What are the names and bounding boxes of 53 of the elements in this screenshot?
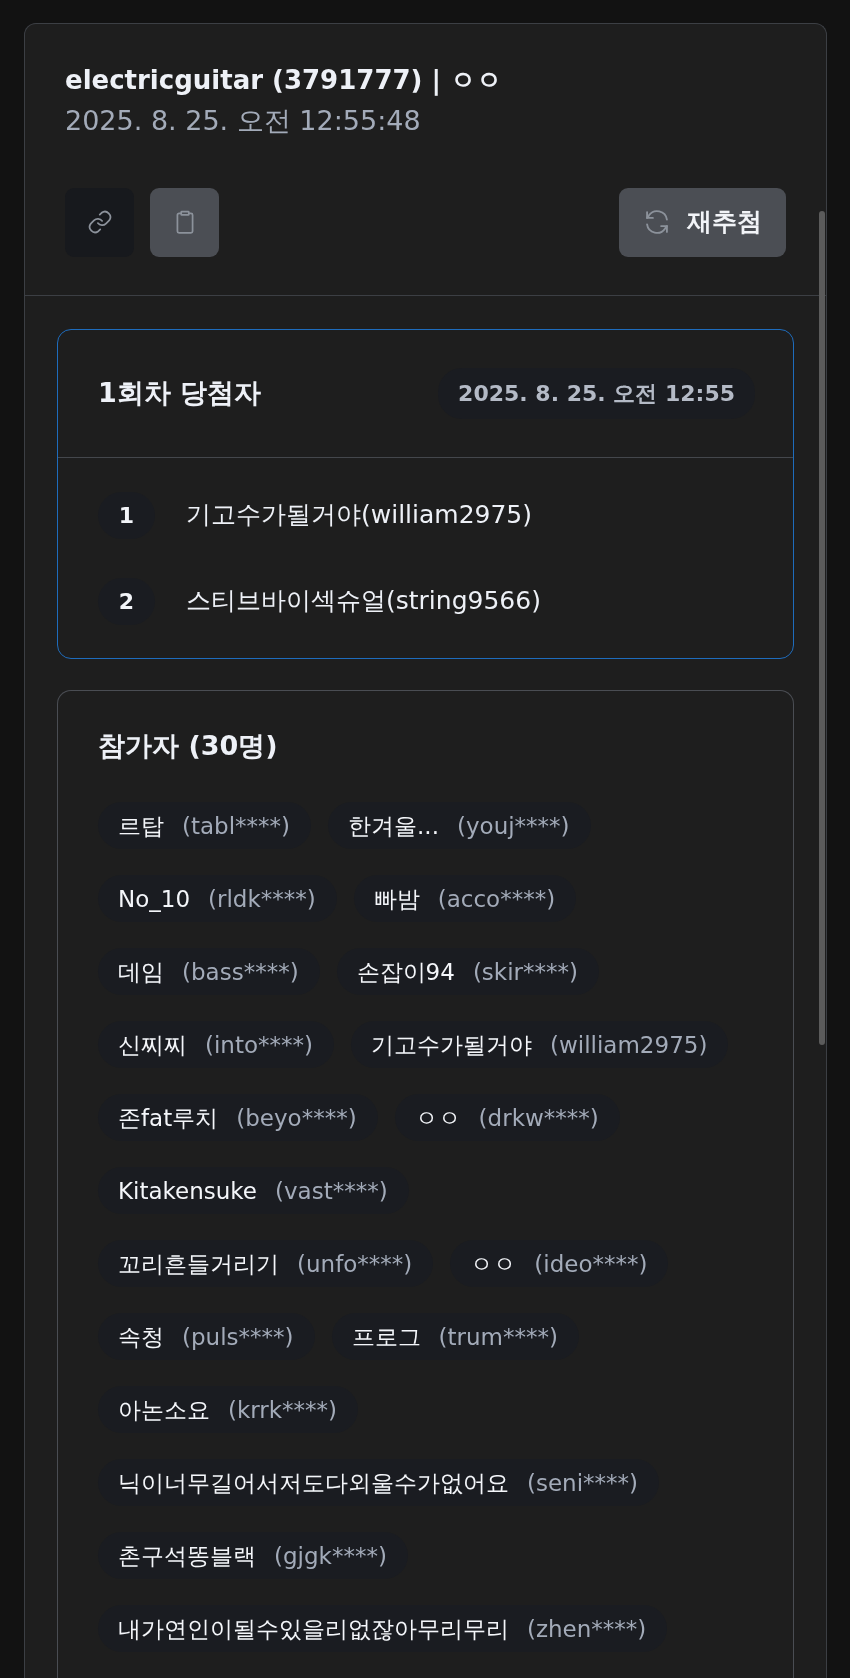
clipboard-button[interactable] [150,187,219,257]
participant-nickname: 존fat루치 [118,1103,219,1133]
participant-id: (youj****) [457,811,570,841]
rank-number: 2 [98,577,155,625]
giveaway-timestamp: 2025. 8. 25. 오전 12:55:48 [65,103,422,138]
participant-id: (bass****) [182,957,299,987]
participant-id: (rldk****) [208,884,316,914]
participant-nickname: 내가연인이될수있을리없잖아무리무리 [118,1614,509,1644]
participant-nickname: 르탑 [118,811,164,841]
participant-id: (krrk****) [228,1395,338,1425]
participant-nickname: ㅇㅇ [414,1103,461,1133]
participant-id: (gjgk****) [274,1541,387,1571]
participant-nickname: ㅇㅇ [470,1249,517,1279]
participant-id: (into****) [205,1030,313,1060]
participant-id: (beyo****) [236,1103,357,1133]
link-icon [86,209,113,236]
participant-id: (seni****) [527,1468,639,1498]
participant-nickname: No_10 [118,884,191,914]
participant-nickname: 프로그 [351,1322,421,1352]
participant-id: (unfo****) [297,1249,413,1279]
participant-nickname: 빠밤 [373,884,420,914]
participant-nickname: 꼬리흔들거리기 [118,1249,279,1279]
participant-id: (drkw****) [478,1103,599,1133]
participant-nickname: 데임 [118,957,164,987]
participant-id: (vast****) [275,1176,388,1206]
participant-id: (trum****) [438,1322,558,1352]
participant-nickname: 닉이너무길어서저도다외울수가없어요 [118,1468,509,1498]
participant-nickname: 촌구석똥블랙 [118,1541,256,1571]
participant-nickname: 손잡이94 [356,957,455,987]
scrollbar-thumb[interactable] [819,211,825,1045]
refresh-icon [643,208,671,237]
participant-id: (ideo****) [534,1249,648,1279]
redraw-button[interactable]: 재추첨 [619,187,786,257]
winner-name: 기고수가될거야(william2975) [186,499,533,532]
participants-heading: 참가자 (30명) [98,728,279,763]
participant-nickname: 기고수가될거야 [371,1030,532,1060]
participant-nickname: 아논소요 [118,1395,210,1425]
participant-id: (skir****) [472,957,578,987]
participant-nickname: 속청 [118,1322,164,1352]
participant-nickname: 신찌찌 [118,1030,187,1060]
rank-number: 1 [98,491,155,539]
giveaway-title: electricguitar (3791777) | ㅇㅇ [65,64,504,98]
participant-nickname: 한겨울... [348,811,439,841]
participant-id: (william2975) [550,1030,708,1060]
participant-id: (puls****) [182,1322,294,1352]
participant-nickname: Kitakensuke [118,1176,258,1206]
winners-heading: 1회차 당첨자 [98,375,262,410]
copy-link-button[interactable] [65,187,134,257]
winner-name: 스티브바이섹슈얼(string9566) [186,585,541,618]
participant-id: (zhen****) [527,1614,647,1644]
participant-id: (tabl****) [182,811,291,841]
draw-time-badge: 2025. 8. 25. 오전 12:55 [438,367,755,419]
participant-id: (acco****) [437,884,556,914]
